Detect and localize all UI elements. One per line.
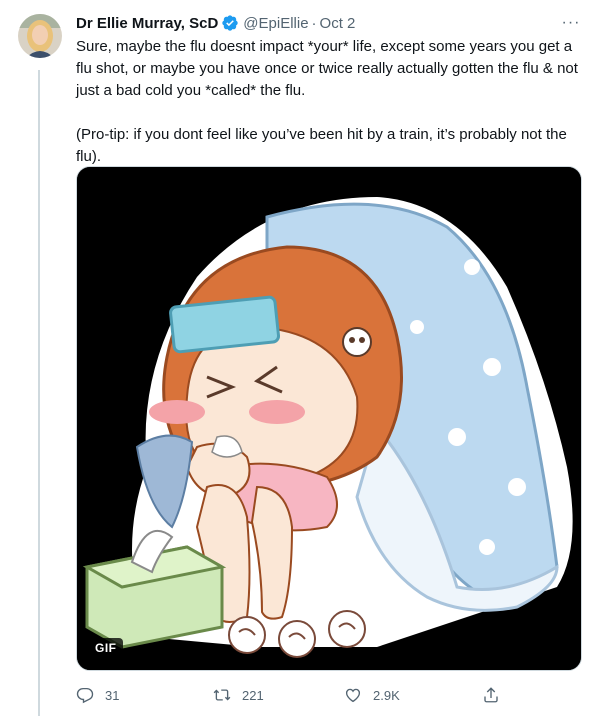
tweet-timestamp[interactable]: Oct 2 — [320, 15, 356, 32]
like-button[interactable]: 2.9K — [344, 686, 400, 704]
tweet-paragraph: Sure, maybe the flu doesnt impact *your*… — [76, 38, 578, 99]
more-options-button[interactable]: ··· — [560, 12, 582, 34]
tweet-actions: 31 221 2.9K — [76, 684, 516, 706]
tweet-text: Sure, maybe the flu doesnt impact *your*… — [76, 36, 582, 168]
reply-icon — [76, 687, 94, 704]
heart-icon — [345, 688, 361, 703]
retweet-button[interactable]: 221 — [213, 686, 264, 704]
share-icon — [484, 687, 498, 703]
like-count: 2.9K — [373, 687, 400, 703]
reply-count: 31 — [105, 687, 120, 703]
author-handle[interactable]: @EpiEllie — [243, 15, 308, 32]
retweet-count: 221 — [242, 687, 264, 703]
tweet-paragraph: (Pro-tip: if you dont feel like you’ve b… — [76, 126, 567, 165]
author-display-name[interactable]: Dr Ellie Murray, ScD — [76, 15, 218, 32]
verified-badge-icon — [221, 14, 239, 32]
gif-badge: GIF — [89, 638, 123, 658]
more-dots-icon: ··· — [561, 14, 581, 31]
thread-line — [38, 70, 40, 716]
gif-media[interactable]: GIF — [76, 166, 582, 671]
tweet-header: Dr Ellie Murray, ScD @EpiEllie · Oct 2 ·… — [76, 12, 582, 34]
header-separator: · — [311, 14, 317, 32]
user-avatar-icon — [18, 14, 62, 58]
sick-girl-illustration — [77, 167, 581, 670]
reply-button[interactable]: 31 — [76, 686, 119, 704]
author-avatar[interactable] — [18, 14, 62, 58]
share-button[interactable] — [482, 686, 500, 704]
retweet-icon — [213, 689, 231, 701]
